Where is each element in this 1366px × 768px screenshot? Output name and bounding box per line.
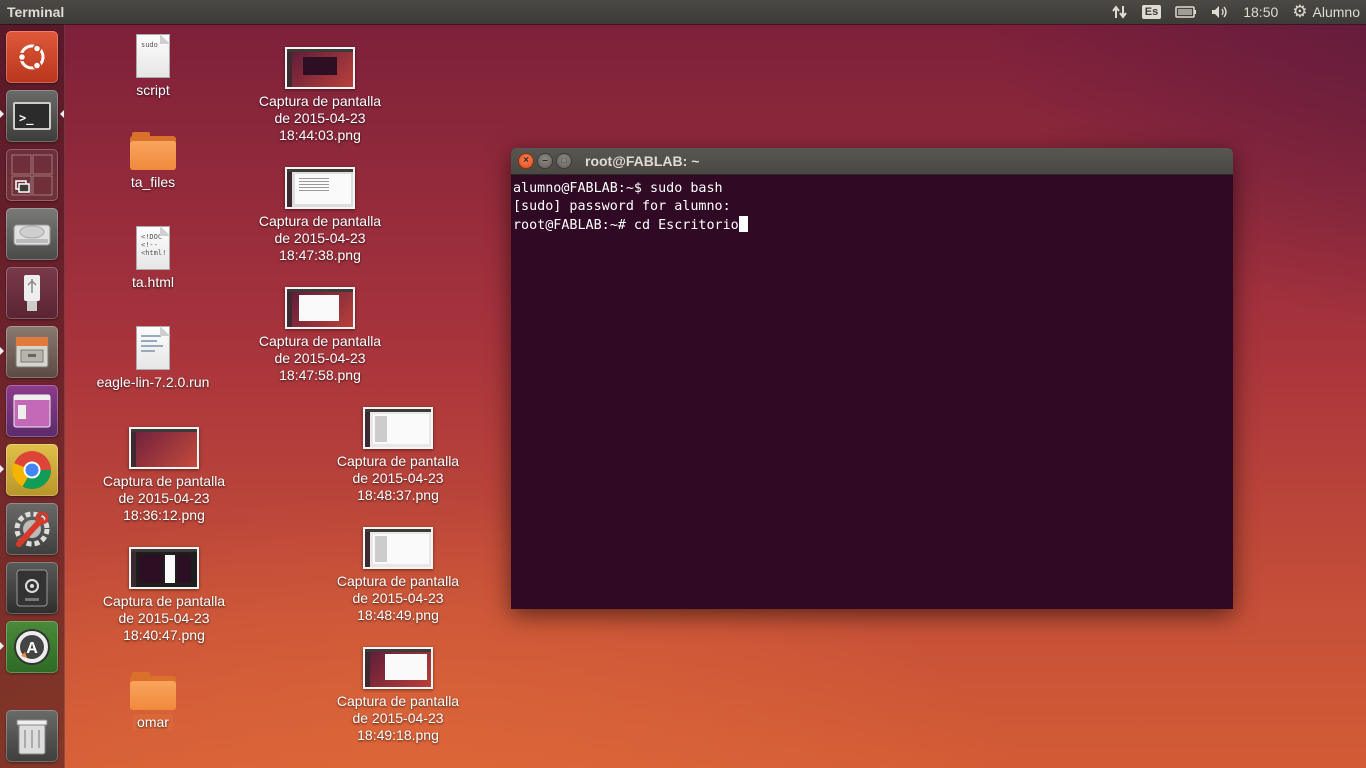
disk-icon — [16, 569, 48, 607]
desktop-screenshot-184758[interactable]: Captura de pantalla de 2015-04-23 18:47:… — [250, 287, 390, 384]
trash-button[interactable] — [6, 710, 58, 762]
keyboard-layout-indicator[interactable]: Es — [1135, 0, 1168, 24]
terminal-launcher-button[interactable]: >_ — [6, 90, 58, 142]
desktop-file-eagle[interactable]: eagle-lin-7.2.0.run — [83, 326, 223, 391]
close-button[interactable]: × — [519, 154, 533, 168]
desktop-screenshot-184837[interactable]: Captura de pantalla de 2015-04-23 18:48:… — [328, 407, 468, 504]
file-cabinet-icon — [15, 336, 49, 368]
keyboard-layout-label: Es — [1141, 5, 1162, 19]
desktop-icon-label: Captura de pantalla de 2015-04-23 18:48:… — [336, 573, 460, 623]
chrome-icon — [12, 451, 52, 490]
desktop-screenshot-184849[interactable]: Captura de pantalla de 2015-04-23 18:48:… — [328, 527, 468, 624]
desktop-screenshot-183612[interactable]: Captura de pantalla de 2015-04-23 18:36:… — [94, 427, 234, 524]
close-icon: × — [523, 155, 529, 166]
window-title: root@FABLAB: ~ — [585, 153, 700, 169]
volume-icon[interactable] — [1204, 0, 1236, 24]
desktop-file-script[interactable]: sudo script — [83, 34, 223, 99]
maximize-button[interactable]: □ — [557, 154, 571, 168]
image-thumbnail — [363, 527, 433, 569]
system-settings-button[interactable] — [6, 503, 58, 555]
desktop-icon-label: Captura de pantalla de 2015-04-23 18:48:… — [336, 453, 460, 503]
desktop-icon-label: Captura de pantalla de 2015-04-23 18:49:… — [336, 693, 460, 743]
clock[interactable]: 18:50 — [1236, 0, 1285, 24]
desktop-screenshot-184047[interactable]: Captura de pantalla de 2015-04-23 18:40:… — [94, 547, 234, 644]
dash-home-button[interactable] — [6, 31, 58, 83]
top-panel: Terminal Es 18:50 ⚙ Alumno — [0, 0, 1366, 24]
terminal-icon: >_ — [13, 102, 51, 130]
desktop-folder-ta-files[interactable]: ta_files — [83, 132, 223, 191]
terminal-window[interactable]: × – □ root@FABLAB: ~ alumno@FABLAB:~$ su… — [511, 148, 1233, 609]
desktop-screenshot-184403[interactable]: Captura de pantalla de 2015-04-23 18:44:… — [250, 47, 390, 144]
minimize-icon: – — [542, 155, 548, 166]
html-document-icon: <!DOC <!-- <html! — [136, 226, 170, 270]
svg-text:A: A — [26, 640, 38, 657]
workspaces-icon — [11, 154, 53, 196]
usb-drive-button[interactable] — [6, 267, 58, 319]
indicator-area: Es 18:50 ⚙ Alumno — [1105, 0, 1366, 24]
image-thumbnail — [129, 547, 199, 589]
window-app-icon — [13, 394, 51, 428]
desktop-screenshot-184918[interactable]: Captura de pantalla de 2015-04-23 18:49:… — [328, 647, 468, 744]
terminal-titlebar[interactable]: × – □ root@FABLAB: ~ — [511, 148, 1233, 175]
image-thumbnail — [363, 647, 433, 689]
maximize-icon: □ — [561, 156, 567, 165]
document-icon: sudo — [136, 34, 170, 78]
files-button[interactable] — [6, 326, 58, 378]
desktop-icon-label: Captura de pantalla de 2015-04-23 18:40:… — [102, 593, 226, 643]
terminal-output[interactable]: alumno@FABLAB:~$ sudo bash [sudo] passwor… — [511, 175, 1233, 240]
executable-document-icon — [136, 326, 170, 370]
desktop-icon-label: ta_files — [130, 174, 176, 190]
terminal-line: alumno@FABLAB:~$ sudo bash — [513, 181, 723, 196]
launcher: >_ A — [0, 24, 65, 768]
gear-icon: ⚙ — [1292, 2, 1308, 21]
image-thumbnail — [285, 287, 355, 329]
hard-drive-button[interactable] — [6, 208, 58, 260]
user-name: Alumno — [1312, 4, 1360, 20]
desktop-folder-omar[interactable]: omar — [83, 672, 223, 731]
desktop-icon-label: omar — [133, 714, 173, 730]
trash-icon — [16, 719, 48, 755]
image-thumbnail — [129, 427, 199, 469]
desktop-icon-label: script — [136, 82, 170, 98]
desktop-screenshot-184738[interactable]: Captura de pantalla de 2015-04-23 18:47:… — [250, 167, 390, 264]
desktop-icon-label: ta.html — [131, 274, 174, 290]
desktop-icon-label: Captura de pantalla de 2015-04-23 18:47:… — [258, 333, 382, 383]
hard-drive-icon — [13, 224, 51, 246]
active-app-title: Terminal — [7, 4, 65, 20]
image-thumbnail — [285, 167, 355, 209]
disk-app-button[interactable] — [6, 562, 58, 614]
image-thumbnail — [363, 407, 433, 449]
software-updater-button[interactable]: A — [6, 621, 58, 673]
unity-app-button[interactable] — [6, 385, 58, 437]
image-thumbnail — [285, 47, 355, 89]
updater-icon: A — [14, 629, 50, 665]
desktop-icon-label: eagle-lin-7.2.0.run — [96, 374, 210, 390]
desktop-icon-label: Captura de pantalla de 2015-04-23 18:36:… — [102, 473, 226, 523]
workspace-switcher-button[interactable] — [6, 149, 58, 201]
folder-icon — [130, 672, 176, 710]
battery-icon[interactable] — [1168, 0, 1204, 24]
chrome-button[interactable] — [6, 444, 58, 496]
terminal-line: [sudo] password for alumno: — [513, 199, 731, 214]
network-icon[interactable] — [1105, 0, 1135, 24]
settings-wrench-icon — [14, 511, 50, 547]
minimize-button[interactable]: – — [538, 154, 552, 168]
desktop-icon-label: Captura de pantalla de 2015-04-23 18:44:… — [258, 93, 382, 143]
usb-icon — [24, 275, 40, 311]
session-menu[interactable]: ⚙ Alumno — [1285, 0, 1366, 24]
desktop-file-ta-html[interactable]: <!DOC <!-- <html! ta.html — [83, 226, 223, 291]
folder-icon — [130, 132, 176, 170]
desktop-icon-label: Captura de pantalla de 2015-04-23 18:47:… — [258, 213, 382, 263]
ubuntu-logo-icon — [17, 44, 45, 70]
text-cursor — [738, 216, 748, 232]
terminal-line: root@FABLAB:~# cd Escritorio — [513, 218, 739, 233]
